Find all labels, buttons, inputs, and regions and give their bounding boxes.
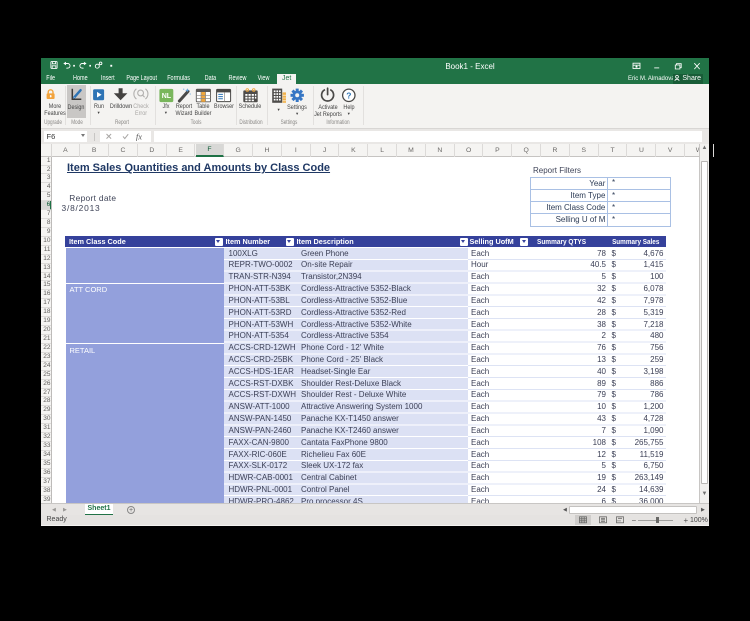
svg-text:?: ? [346, 90, 351, 100]
svg-text:NL: NL [162, 93, 172, 100]
svg-text:fx: fx [136, 132, 142, 141]
